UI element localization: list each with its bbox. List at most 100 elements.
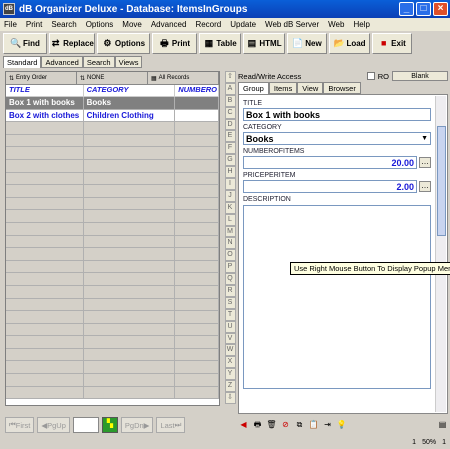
letter-y[interactable]: Y [224, 368, 236, 381]
exit-button[interactable]: ■ Exit [372, 33, 412, 54]
minimize-button[interactable]: _ [399, 2, 414, 16]
letter-e[interactable]: E [224, 130, 236, 143]
export-icon[interactable]: ⇥ [322, 419, 333, 431]
records-grid: TITLE CATEGORY NUMBERO Box 1 with books … [6, 85, 219, 400]
table-row[interactable]: Box 1 with books Books [6, 97, 219, 110]
access-label: Read/Write Access [238, 71, 302, 81]
colors-icon[interactable]: ▚ [101, 417, 118, 433]
menu-help[interactable]: Help [353, 20, 369, 29]
letter-x[interactable]: X [224, 356, 236, 369]
letter-z[interactable]: Z [224, 380, 236, 393]
title-field[interactable]: Box 1 with books [243, 108, 431, 121]
letter-i[interactable]: I [224, 178, 236, 190]
number-ellipsis-button[interactable]: … [419, 156, 431, 168]
pgdn-button[interactable]: PgDn ▶ [120, 417, 154, 433]
tab-view[interactable]: View [297, 82, 324, 94]
scroll-up-arrow[interactable]: ⇧ [224, 71, 236, 83]
records-icon[interactable]: ▤ [437, 419, 448, 431]
tab-standard[interactable]: Standard [3, 56, 42, 68]
menu-move[interactable]: Move [122, 20, 142, 29]
number-field[interactable]: 20.00 [243, 156, 417, 169]
close-button[interactable]: × [433, 2, 448, 16]
html-button[interactable]: ▤ HTML [243, 33, 285, 54]
letter-o[interactable]: O [224, 249, 236, 262]
empty-cell [84, 348, 176, 361]
letter-t[interactable]: T [224, 308, 236, 321]
column-header-title[interactable]: TITLE [6, 85, 84, 96]
scrollbar-thumb[interactable] [437, 126, 446, 236]
first-button[interactable]: ⏮ First [5, 417, 35, 433]
replace-button[interactable]: ⇄ Replace [49, 33, 95, 54]
last-button[interactable]: Last ⏭ [156, 417, 186, 433]
letter-j[interactable]: J [224, 189, 236, 202]
menu-options[interactable]: Options [86, 20, 114, 29]
letter-c[interactable]: C [224, 106, 236, 119]
price-ellipsis-button[interactable]: … [419, 180, 431, 192]
maximize-button[interactable]: □ [416, 2, 431, 16]
scroll-down-arrow[interactable]: ⇩ [224, 392, 236, 404]
description-field[interactable] [243, 205, 431, 389]
back-arrow-icon[interactable]: ◀ [238, 419, 249, 431]
menu-web-db-server[interactable]: Web dB Server [265, 20, 319, 29]
lightbulb-icon[interactable]: 💡 [336, 419, 347, 431]
delete-icon[interactable]: 🗑 [266, 419, 277, 431]
letter-h[interactable]: H [224, 166, 236, 179]
tab-advanced[interactable]: Advanced [41, 56, 83, 68]
letter-r[interactable]: R [224, 285, 236, 297]
alert-icon[interactable]: ⊘ [280, 419, 291, 431]
letter-a[interactable]: A [224, 82, 236, 95]
menu-update[interactable]: Update [230, 20, 256, 29]
letter-n[interactable]: N [224, 237, 236, 250]
print-button[interactable]: 🖶 Print [152, 33, 197, 54]
tab-group[interactable]: Group [238, 82, 269, 94]
print-record-icon[interactable]: 🖶 [252, 419, 263, 431]
menu-record[interactable]: Record [195, 20, 221, 29]
letter-q[interactable]: Q [224, 273, 236, 286]
letter-l[interactable]: L [224, 213, 236, 226]
table-row[interactable]: Box 2 with clothes Children Clothing [6, 109, 219, 123]
letter-m[interactable]: M [224, 225, 236, 238]
tab-browser[interactable]: Browser [323, 82, 361, 94]
options-button[interactable]: ⚙ Options [97, 33, 150, 54]
form-scrollbar[interactable] [435, 96, 446, 412]
record-number-input[interactable] [72, 417, 99, 433]
tab-items[interactable]: Items [268, 82, 298, 94]
menu-file[interactable]: File [4, 20, 17, 29]
group-button[interactable]: ⇅ NONE [77, 72, 148, 84]
empty-cell [84, 235, 176, 248]
column-header-category[interactable]: CATEGORY [84, 85, 176, 96]
tab-views[interactable]: Views [114, 56, 143, 68]
price-field[interactable]: 2.00 [243, 180, 417, 193]
menu-web[interactable]: Web [328, 20, 344, 29]
letter-f[interactable]: F [224, 142, 236, 155]
menu-print[interactable]: Print [26, 20, 42, 29]
menu-advanced[interactable]: Advanced [151, 20, 187, 29]
letter-d[interactable]: D [224, 118, 236, 131]
pgup-button[interactable]: ◀ PgUp [37, 417, 70, 433]
load-button[interactable]: 📂 Load [329, 33, 370, 54]
letter-b[interactable]: B [224, 94, 236, 107]
chevron-down-icon[interactable]: ▼ [421, 135, 430, 142]
letter-s[interactable]: S [224, 296, 236, 309]
new-button[interactable]: 📄 New [287, 33, 327, 54]
find-button[interactable]: 🔍 Find [3, 33, 47, 54]
empty-cell [6, 323, 84, 336]
category-select[interactable]: Books ▼ [243, 132, 431, 145]
ro-checkbox[interactable] [366, 72, 375, 80]
records-filter-button[interactable]: ▦ All Records [148, 72, 219, 84]
letter-v[interactable]: V [224, 332, 236, 345]
letter-k[interactable]: K [224, 201, 236, 214]
letter-w[interactable]: W [224, 344, 236, 357]
menu-search[interactable]: Search [51, 20, 76, 29]
empty-cell [175, 285, 219, 298]
blank-button[interactable]: Blank [392, 71, 448, 81]
column-header-number[interactable]: NUMBERO [175, 85, 219, 96]
letter-u[interactable]: U [224, 320, 236, 333]
copy-icon[interactable]: ⧉ [294, 419, 305, 431]
letter-p[interactable]: P [224, 261, 236, 274]
sort-order-button[interactable]: ⇅ Entry Order [6, 72, 77, 84]
table-button[interactable]: ▦ Table [199, 33, 241, 54]
tab-search[interactable]: Search [82, 56, 115, 68]
letter-g[interactable]: G [224, 154, 236, 167]
paste-icon[interactable]: 📋 [308, 419, 319, 431]
